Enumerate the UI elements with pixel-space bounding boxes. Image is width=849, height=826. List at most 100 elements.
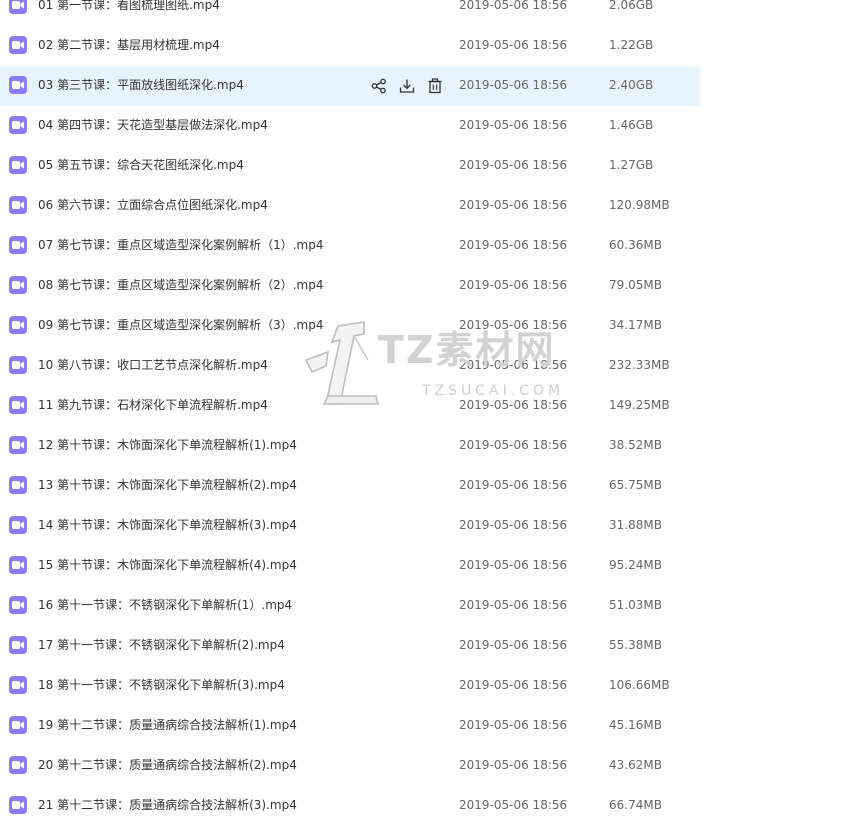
video-file-icon bbox=[9, 636, 27, 654]
file-modified-date: 2019-05-06 18:56 bbox=[459, 0, 568, 12]
file-name[interactable]: 08 第七节课：重点区域造型深化案例解析（2）.mp4 bbox=[38, 277, 323, 293]
file-name[interactable]: 04 第四节课：天花造型基层做法深化.mp4 bbox=[38, 117, 268, 133]
file-modified-date: 2019-05-06 18:56 bbox=[459, 278, 568, 292]
video-file-icon bbox=[9, 196, 27, 214]
file-size: 1.27GB bbox=[609, 158, 654, 172]
file-name[interactable]: 06 第六节课：立面综合点位图纸深化.mp4 bbox=[38, 197, 268, 213]
file-size: 2.06GB bbox=[609, 0, 654, 12]
file-name[interactable]: 09 第七节课：重点区域造型深化案例解析（3）.mp4 bbox=[38, 317, 323, 333]
file-name[interactable]: 13 第十节课：木饰面深化下单流程解析(2).mp4 bbox=[38, 477, 297, 493]
download-icon[interactable] bbox=[398, 77, 416, 95]
file-name[interactable]: 12 第十节课：木饰面深化下单流程解析(1).mp4 bbox=[38, 437, 297, 453]
file-size: 149.25MB bbox=[609, 398, 670, 412]
file-modified-date: 2019-05-06 18:56 bbox=[459, 158, 568, 172]
file-name[interactable]: 20 第十二节课：质量通病综合技法解析(2).mp4 bbox=[38, 757, 297, 773]
video-file-icon bbox=[9, 116, 27, 134]
file-name[interactable]: 19 第十二节课：质量通病综合技法解析(1).mp4 bbox=[38, 717, 297, 733]
file-size: 1.22GB bbox=[609, 38, 654, 52]
file-name[interactable]: 18 第十一节课：不锈钢深化下单解析(3).mp4 bbox=[38, 677, 285, 693]
video-file-icon bbox=[9, 36, 27, 54]
file-row[interactable]: 18 第十一节课：不锈钢深化下单解析(3).mp4 2019-05-06 18:… bbox=[0, 666, 700, 706]
file-size: 60.36MB bbox=[609, 238, 662, 252]
file-modified-date: 2019-05-06 18:56 bbox=[459, 198, 568, 212]
file-row[interactable]: 16 第十一节课：不锈钢深化下单解析(1）.mp4 2019-05-06 18:… bbox=[0, 586, 700, 626]
file-name[interactable]: 14 第十节课：木饰面深化下单流程解析(3).mp4 bbox=[38, 517, 297, 533]
video-file-icon bbox=[9, 796, 27, 814]
file-size: 232.33MB bbox=[609, 358, 670, 372]
video-file-icon bbox=[9, 476, 27, 494]
file-name[interactable]: 11 第九节课：石材深化下单流程解析.mp4 bbox=[38, 397, 268, 413]
file-name[interactable]: 10 第八节课：收口工艺节点深化解析.mp4 bbox=[38, 357, 268, 373]
video-file-icon bbox=[9, 0, 27, 14]
file-modified-date: 2019-05-06 18:56 bbox=[459, 38, 568, 52]
file-row[interactable]: 06 第六节课：立面综合点位图纸深化.mp4 2019-05-06 18:56 … bbox=[0, 186, 700, 226]
file-name[interactable]: 21 第十二节课：质量通病综合技法解析(3).mp4 bbox=[38, 797, 297, 813]
file-modified-date: 2019-05-06 18:56 bbox=[459, 758, 568, 772]
file-modified-date: 2019-05-06 18:56 bbox=[459, 558, 568, 572]
file-modified-date: 2019-05-06 18:56 bbox=[459, 358, 568, 372]
file-modified-date: 2019-05-06 18:56 bbox=[459, 478, 568, 492]
file-name[interactable]: 15 第十节课：木饰面深化下单流程解析(4).mp4 bbox=[38, 557, 297, 573]
video-file-icon bbox=[9, 596, 27, 614]
file-modified-date: 2019-05-06 18:56 bbox=[459, 398, 568, 412]
file-row[interactable]: 02 第二节课：基层用材梳理.mp4 2019-05-06 18:56 1.22… bbox=[0, 26, 700, 66]
file-row[interactable]: 03 第三节课：平面放线图纸深化.mp4 2019-05-06 18:56 2.… bbox=[0, 66, 700, 106]
video-file-icon bbox=[9, 156, 27, 174]
file-name[interactable]: 03 第三节课：平面放线图纸深化.mp4 bbox=[38, 77, 244, 93]
video-file-icon bbox=[9, 76, 27, 94]
file-modified-date: 2019-05-06 18:56 bbox=[459, 678, 568, 692]
file-size: 55.38MB bbox=[609, 638, 662, 652]
file-size: 66.74MB bbox=[609, 798, 662, 812]
file-size: 2.40GB bbox=[609, 78, 654, 92]
trash-icon[interactable] bbox=[426, 77, 444, 95]
video-file-icon bbox=[9, 356, 27, 374]
file-modified-date: 2019-05-06 18:56 bbox=[459, 318, 568, 332]
file-size: 95.24MB bbox=[609, 558, 662, 572]
file-name[interactable]: 02 第二节课：基层用材梳理.mp4 bbox=[38, 37, 220, 53]
file-name[interactable]: 05 第五节课：综合天花图纸深化.mp4 bbox=[38, 157, 244, 173]
file-size: 106.66MB bbox=[609, 678, 670, 692]
file-row[interactable]: 21 第十二节课：质量通病综合技法解析(3).mp4 2019-05-06 18… bbox=[0, 786, 700, 826]
file-row[interactable]: 07 第七节课：重点区域造型深化案例解析（1）.mp4 2019-05-06 1… bbox=[0, 226, 700, 266]
video-file-icon bbox=[9, 316, 27, 334]
file-row[interactable]: 14 第十节课：木饰面深化下单流程解析(3).mp4 2019-05-06 18… bbox=[0, 506, 700, 546]
video-file-icon bbox=[9, 756, 27, 774]
file-size: 79.05MB bbox=[609, 278, 662, 292]
file-row[interactable]: 05 第五节课：综合天花图纸深化.mp4 2019-05-06 18:56 1.… bbox=[0, 146, 700, 186]
file-modified-date: 2019-05-06 18:56 bbox=[459, 598, 568, 612]
video-file-icon bbox=[9, 516, 27, 534]
file-row[interactable]: 19 第十二节课：质量通病综合技法解析(1).mp4 2019-05-06 18… bbox=[0, 706, 700, 746]
video-file-icon bbox=[9, 396, 27, 414]
file-row[interactable]: 09 第七节课：重点区域造型深化案例解析（3）.mp4 2019-05-06 1… bbox=[0, 306, 700, 346]
file-row[interactable]: 15 第十节课：木饰面深化下单流程解析(4).mp4 2019-05-06 18… bbox=[0, 546, 700, 586]
share-icon[interactable] bbox=[370, 77, 388, 95]
file-name[interactable]: 17 第十一节课：不锈钢深化下单解析(2).mp4 bbox=[38, 637, 285, 653]
file-modified-date: 2019-05-06 18:56 bbox=[459, 78, 568, 92]
video-file-icon bbox=[9, 236, 27, 254]
file-name[interactable]: 07 第七节课：重点区域造型深化案例解析（1）.mp4 bbox=[38, 237, 323, 253]
video-file-icon bbox=[9, 676, 27, 694]
file-row[interactable]: 12 第十节课：木饰面深化下单流程解析(1).mp4 2019-05-06 18… bbox=[0, 426, 700, 466]
file-row[interactable]: 08 第七节课：重点区域造型深化案例解析（2）.mp4 2019-05-06 1… bbox=[0, 266, 700, 306]
file-modified-date: 2019-05-06 18:56 bbox=[459, 438, 568, 452]
file-size: 45.16MB bbox=[609, 718, 662, 732]
file-row[interactable]: 20 第十二节课：质量通病综合技法解析(2).mp4 2019-05-06 18… bbox=[0, 746, 700, 786]
file-row[interactable]: 11 第九节课：石材深化下单流程解析.mp4 2019-05-06 18:56 … bbox=[0, 386, 700, 426]
file-modified-date: 2019-05-06 18:56 bbox=[459, 118, 568, 132]
file-list: 01 第一节课：看图梳理图纸.mp4 2019-05-06 18:56 2.06… bbox=[0, 0, 700, 826]
file-row[interactable]: 17 第十一节课：不锈钢深化下单解析(2).mp4 2019-05-06 18:… bbox=[0, 626, 700, 666]
file-size: 31.88MB bbox=[609, 518, 662, 532]
video-file-icon bbox=[9, 716, 27, 734]
file-size: 51.03MB bbox=[609, 598, 662, 612]
file-row[interactable]: 10 第八节课：收口工艺节点深化解析.mp4 2019-05-06 18:56 … bbox=[0, 346, 700, 386]
file-name[interactable]: 01 第一节课：看图梳理图纸.mp4 bbox=[38, 0, 220, 13]
file-row[interactable]: 04 第四节课：天花造型基层做法深化.mp4 2019-05-06 18:56 … bbox=[0, 106, 700, 146]
file-modified-date: 2019-05-06 18:56 bbox=[459, 798, 568, 812]
file-row[interactable]: 01 第一节课：看图梳理图纸.mp4 2019-05-06 18:56 2.06… bbox=[0, 0, 700, 26]
file-size: 65.75MB bbox=[609, 478, 662, 492]
file-name[interactable]: 16 第十一节课：不锈钢深化下单解析(1）.mp4 bbox=[38, 597, 292, 613]
file-size: 1.46GB bbox=[609, 118, 654, 132]
file-modified-date: 2019-05-06 18:56 bbox=[459, 238, 568, 252]
file-size: 120.98MB bbox=[609, 198, 670, 212]
file-row[interactable]: 13 第十节课：木饰面深化下单流程解析(2).mp4 2019-05-06 18… bbox=[0, 466, 700, 506]
